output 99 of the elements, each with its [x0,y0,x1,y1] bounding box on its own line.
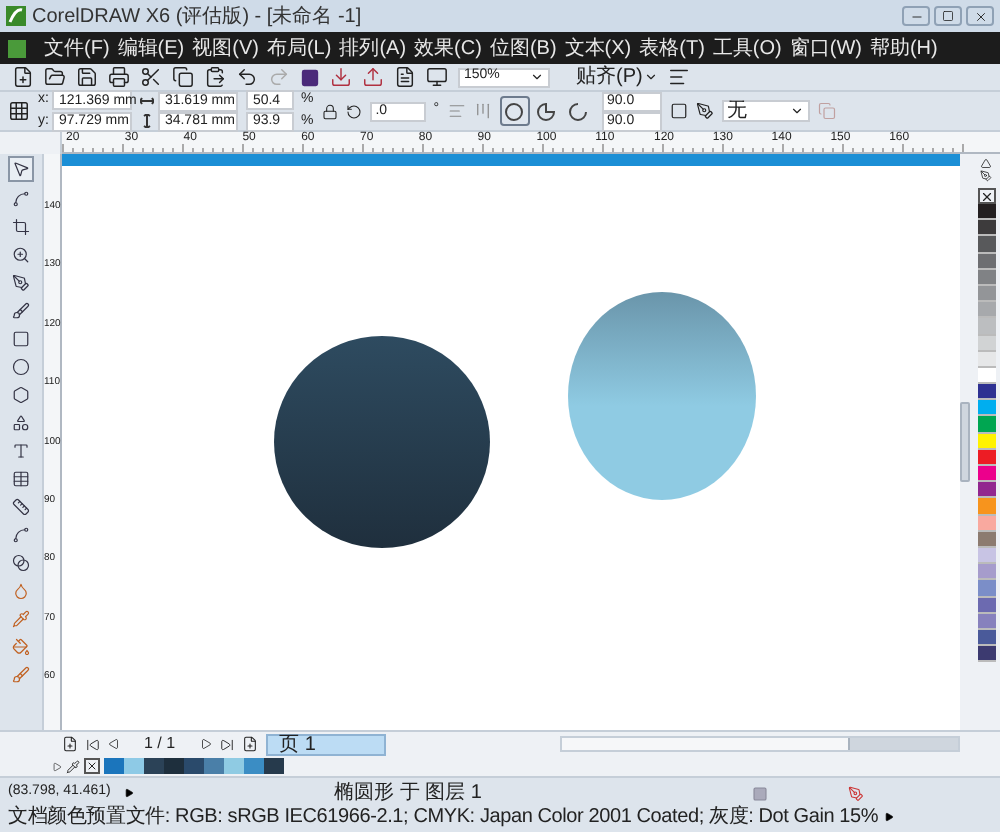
selection-info: 椭圆形 于 图层 1 [334,779,482,808]
app-logo-icon [6,6,26,26]
arc-icon [568,101,588,121]
color-swatch[interactable] [977,416,995,434]
document-color-swatch[interactable] [124,758,144,774]
no-color-swatch[interactable] [84,758,100,774]
window-title: CorelDRAW X6 (评估版) - [未命名 -1] [32,3,362,31]
menu-item[interactable]: 表格(T) [637,33,707,63]
text-tool-icon[interactable] [12,442,30,460]
color-swatch[interactable] [977,564,995,581]
menu-logo-icon [8,39,26,57]
eyedropper-icon[interactable] [12,610,30,628]
zoom-icon[interactable] [12,246,30,264]
page-tab[interactable]: 页 1 [265,733,386,755]
add-page-icon[interactable] [62,736,78,752]
color-swatch[interactable] [977,466,995,483]
menu-item[interactable]: 位图(B) [487,33,559,63]
document-color-swatch[interactable] [204,758,224,774]
lock-icon[interactable] [321,103,338,119]
connector-icon[interactable] [12,526,30,544]
crop-icon[interactable] [12,218,30,236]
palette-options-icon[interactable] [980,170,992,182]
outline-width-dropdown[interactable]: 无 [721,100,809,122]
document-color-swatch[interactable] [244,758,264,774]
menu-item[interactable]: 视图(V) [190,33,261,63]
page-counter: 1 / 1 [142,732,178,756]
maximize-button[interactable] [934,6,962,26]
width-icon [140,96,155,106]
color-swatch[interactable] [977,204,995,221]
eyedropper-icon[interactable] [66,759,80,773]
print-icon[interactable] [108,66,130,88]
menu-item[interactable]: 布局(L) [264,33,334,63]
pen-icon[interactable] [12,274,30,292]
maximize-icon [942,10,954,22]
color-swatch[interactable] [977,498,995,516]
palette-scroll-icon[interactable] [980,158,992,170]
menu-item[interactable]: 效果(C) [412,33,484,63]
cut-icon[interactable] [140,66,162,88]
brush-icon[interactable] [12,302,30,320]
outline-pen-icon[interactable] [695,102,713,120]
color-swatch[interactable] [977,482,995,499]
color-swatch[interactable] [977,302,995,319]
menu-item[interactable]: 帮助(H) [867,33,940,63]
document-color-swatch[interactable] [144,758,164,774]
color-swatch[interactable] [977,580,995,597]
copy-icon[interactable] [172,66,194,88]
menu-item[interactable]: 窗口(W) [787,33,864,63]
palette-menu-icon[interactable] [52,761,62,771]
ellipse-icon[interactable] [12,358,30,376]
new-file-icon[interactable] [12,66,34,88]
export-icon[interactable] [362,66,384,88]
fill-icon[interactable] [12,638,30,656]
blend-icon[interactable] [12,554,30,572]
table-icon[interactable] [12,470,30,488]
paste-icon[interactable] [204,66,226,88]
menu-item[interactable]: 排列(A) [337,33,409,63]
rectangle-icon[interactable] [12,330,30,348]
open-folder-icon[interactable] [44,66,66,88]
options-icon[interactable] [668,66,691,88]
add-page-icon[interactable] [241,736,258,752]
color-swatch[interactable] [977,236,995,254]
expand-icon[interactable] [884,812,895,822]
document-color-swatch[interactable] [164,758,184,774]
previous-page-icon[interactable] [108,738,120,750]
document-color-swatch[interactable] [264,758,284,774]
pointer-icon[interactable] [12,160,30,178]
save-icon[interactable] [76,66,98,88]
expand-icon[interactable] [124,788,134,798]
close-button[interactable] [966,6,994,26]
height-icon [140,114,155,128]
horizontal-scrollbar[interactable] [560,736,960,752]
document-color-swatch[interactable] [104,758,124,774]
vertical-scrollbar[interactable] [960,154,972,730]
rotate-icon[interactable] [345,103,362,119]
outline-status-icon[interactable] [847,785,864,801]
shapes-icon[interactable] [12,414,30,432]
import-icon[interactable] [330,66,352,88]
menu-item[interactable]: 编辑(E) [115,33,187,63]
undo-icon[interactable] [236,66,258,88]
next-page-icon[interactable] [199,738,212,750]
ellipse-icon [504,101,524,121]
snap-button[interactable]: 贴齐(P) [576,62,659,92]
color-profile-info: 文档颜色预置文件: RGB: sRGB IEC61966-2.1; CMYK: Japan Color 2001 Coated; 灰度: Dot Gain 15% [8,803,879,832]
menu-item[interactable]: 工具(O) [710,33,784,63]
menu-item[interactable]: 文本(X) [562,33,634,63]
polygon-icon[interactable] [12,386,30,404]
last-page-icon[interactable] [219,737,234,751]
pie-icon [536,101,556,121]
color-swatch[interactable] [977,220,995,237]
first-page-icon[interactable] [86,737,100,751]
color-swatch[interactable] [977,400,995,417]
close-icon [973,9,987,23]
color-swatch[interactable] [977,318,995,335]
color-swatch[interactable] [977,646,995,663]
document-color-swatch[interactable] [184,758,204,774]
ellipse-button[interactable] [499,96,529,126]
color-swatch[interactable] [977,384,995,401]
document-color-swatch[interactable] [224,758,244,774]
menu-item[interactable]: 文件(F) [42,33,112,63]
